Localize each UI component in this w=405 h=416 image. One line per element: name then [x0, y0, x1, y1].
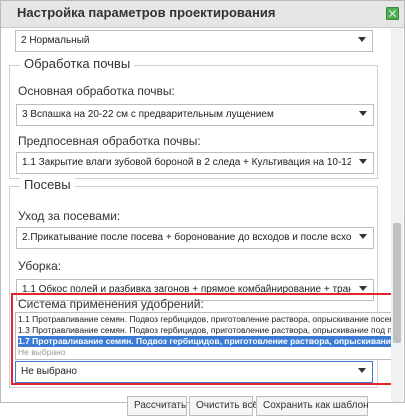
fertilizer-label: Система применения удобрений:: [18, 297, 204, 311]
soil-legend: Обработка почвы: [20, 56, 135, 71]
chevron-down-icon: [358, 368, 366, 373]
main-tillage-label: Основная обработка почвы:: [18, 84, 175, 98]
fertilizer-options-list[interactable]: 1.1 Протравливание семян. Подвоз гербици…: [15, 312, 399, 360]
fertilizer-option[interactable]: Не выбрано: [18, 347, 398, 358]
settings-dialog: Настройка параметров проектирования 2 Но…: [0, 0, 405, 416]
soil-section: Обработка почвы Основная обработка почвы…: [9, 56, 378, 179]
close-icon[interactable]: [386, 7, 399, 20]
harvest-label: Уборка:: [18, 259, 62, 273]
top-select-value: 2 Нормальный: [21, 35, 90, 46]
calculate-button[interactable]: Рассчитать: [127, 396, 187, 416]
fertilizer-option-selected[interactable]: 1.7 Протравливание семян. Подвоз гербици…: [18, 336, 398, 347]
main-tillage-value: 3 Вспашка на 20-22 см с предварительным …: [22, 109, 274, 120]
chevron-down-icon: [359, 159, 367, 164]
care-label: Уход за посевами:: [18, 209, 121, 223]
top-select[interactable]: 2 Нормальный: [15, 30, 373, 52]
dialog-titlebar: Настройка параметров проектирования: [1, 1, 404, 28]
chevron-down-icon: [358, 37, 366, 42]
save-template-button[interactable]: Сохранить как шаблон: [256, 396, 369, 416]
presow-tillage-select[interactable]: 1.1 Закрытие влаги зубовой бороной в 2 с…: [16, 152, 374, 174]
main-tillage-select[interactable]: 3 Вспашка на 20-22 см с предварительным …: [16, 104, 374, 126]
fertilizer-select-value: Не выбрано: [21, 366, 77, 377]
presow-tillage-label: Предпосевная обработка почвы:: [18, 134, 201, 148]
care-select[interactable]: 2.Прикатывание после посева + бороновани…: [16, 227, 374, 249]
scroll-thumb[interactable]: [393, 223, 401, 343]
care-value: 2.Прикатывание после посева + бороновани…: [22, 232, 351, 243]
chevron-down-icon: [359, 286, 367, 291]
clear-all-button[interactable]: Очистить всё: [189, 396, 258, 416]
dialog-title: Настройка параметров проектирования: [17, 5, 276, 20]
fertilizer-option[interactable]: 1.3 Протравливание семян. Подвоз гербици…: [18, 325, 398, 336]
fertilizer-select[interactable]: Не выбрано: [15, 361, 373, 383]
fertilizer-option[interactable]: 1.1 Протравливание семян. Подвоз гербици…: [18, 314, 398, 325]
presow-tillage-value: 1.1 Закрытие влаги зубовой бороной в 2 с…: [22, 157, 351, 168]
crops-legend: Посевы: [20, 177, 75, 192]
chevron-down-icon: [359, 234, 367, 239]
chevron-down-icon: [359, 111, 367, 116]
scrollbar[interactable]: [391, 28, 403, 402]
